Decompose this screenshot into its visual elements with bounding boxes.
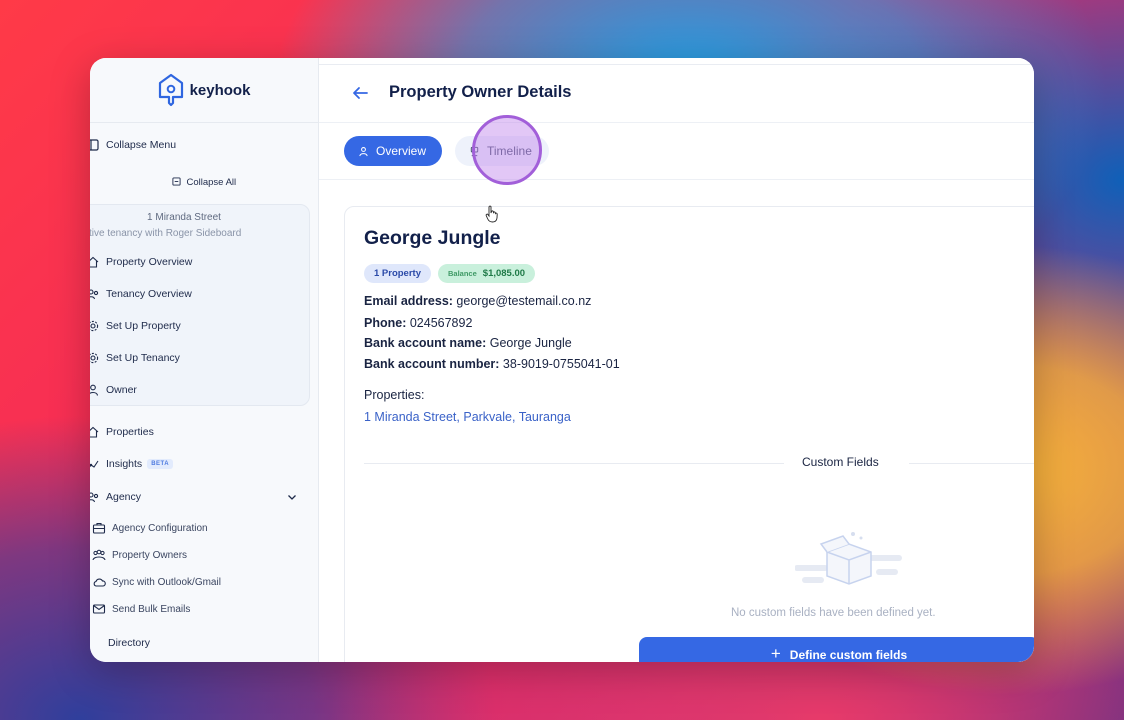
sidebar-item-property-overview[interactable]: Property Overview <box>90 255 192 269</box>
sidebar-item-label: Set Up Tenancy <box>106 352 180 364</box>
brand-logo[interactable]: keyhook <box>90 58 318 123</box>
users-icon <box>90 490 100 504</box>
sidebar-item-set-up-property[interactable]: Set Up Property <box>90 319 181 333</box>
bank-number-row: Bank account number: 38-9019-0755041-01 <box>364 357 620 371</box>
define-custom-fields-button[interactable]: + Define custom fields <box>639 637 1034 662</box>
back-arrow-icon[interactable] <box>351 85 369 101</box>
email-label: Email address: <box>364 294 453 308</box>
tenancy-status: ctive tenancy with Roger Sideboard <box>90 228 242 239</box>
sidebar-item-agency[interactable]: Agency <box>90 490 141 504</box>
sidebar-item-set-up-tenancy[interactable]: Set Up Tenancy <box>90 351 180 365</box>
empty-state-text: No custom fields have been defined yet. <box>731 607 936 619</box>
sidebar-item-label: Property Owners <box>112 549 188 561</box>
users-icon <box>90 287 100 301</box>
sidebar-item-directory[interactable]: Directory <box>108 637 150 649</box>
home-icon <box>90 255 100 269</box>
sidebar: keyhook Collapse Menu Collapse All 1 Mir… <box>90 58 319 662</box>
property-link[interactable]: 1 Miranda Street, Parkvale, Tauranga <box>364 410 571 424</box>
sidebar-item-label: Agency Configuration <box>112 522 208 534</box>
chevron-down-icon[interactable] <box>286 491 298 503</box>
phone-row: Phone: 024567892 <box>364 316 472 330</box>
tab-bar: Overview Timeline <box>319 123 1034 180</box>
sidebar-item-properties[interactable]: Properties <box>90 425 154 439</box>
collapse-all-label: Collapse All <box>186 177 237 188</box>
home-icon <box>90 425 100 439</box>
tab-overview[interactable]: Overview <box>344 136 442 166</box>
sidebar-item-tenancy-overview[interactable]: Tenancy Overview <box>90 287 192 301</box>
user-icon <box>359 146 368 156</box>
beta-badge: BETA <box>147 459 174 469</box>
bank-name-row: Bank account name: George Jungle <box>364 336 572 350</box>
page-header: Property Owner Details <box>319 58 1034 123</box>
bank-number-value: 38-9019-0755041-01 <box>502 357 620 371</box>
phone-label: Phone: <box>364 316 407 330</box>
bank-number-label: Bank account number: <box>364 357 500 371</box>
phone-value: 024567892 <box>409 316 473 330</box>
sidebar-item-label: Agency <box>106 491 142 503</box>
sidebar-item-sync-outlook-gmail[interactable]: Sync with Outlook/Gmail <box>92 575 221 589</box>
plus-icon: + <box>770 644 781 662</box>
sidebar-item-label: Sync with Outlook/Gmail <box>112 576 221 588</box>
cloud-icon <box>92 575 106 589</box>
sidebar-item-insights[interactable]: Insights BETA <box>90 457 174 471</box>
email-value: george@testemail.co.nz <box>456 294 592 308</box>
sidebar-item-label: Properties <box>106 426 154 438</box>
properties-label: Properties: <box>364 388 425 402</box>
sidebar-item-owner[interactable]: Owner <box>90 383 137 397</box>
divider <box>909 463 1034 464</box>
sidebar-item-property-owners[interactable]: Property Owners <box>92 548 187 562</box>
balance-badge: Balance $1,085.00 <box>438 264 536 283</box>
briefcase-icon <box>92 521 106 535</box>
gear-icon <box>90 319 100 333</box>
bank-name-value: George Jungle <box>489 336 572 350</box>
empty-box-icon <box>795 532 902 585</box>
custom-fields-title: Custom Fields <box>802 455 879 469</box>
bank-name-label: Bank account name: <box>364 336 487 350</box>
user-icon <box>90 383 100 397</box>
balance-value: $1,085.00 <box>482 268 526 279</box>
main-content: Property Owner Details Overview Timeline… <box>319 58 1034 662</box>
collapse-all-button[interactable]: Collapse All <box>90 177 318 188</box>
app-window: keyhook Collapse Menu Collapse All 1 Mir… <box>90 58 1034 662</box>
click-highlight <box>472 115 542 185</box>
divider <box>364 463 784 464</box>
property-count-badge: 1 Property <box>364 264 431 283</box>
sidebar-item-label: Insights <box>106 458 143 470</box>
keyhook-logo-icon <box>158 73 183 107</box>
page-title: Property Owner Details <box>389 83 572 101</box>
mail-icon <box>92 602 106 616</box>
property-address[interactable]: 1 Miranda Street <box>90 212 278 223</box>
sidebar-item-label: Owner <box>106 384 137 396</box>
owner-name: George Jungle <box>364 227 501 249</box>
sidebar-item-label: Tenancy Overview <box>106 288 192 300</box>
sidebar-item-label: Set Up Property <box>106 320 181 332</box>
define-custom-fields-label: Define custom fields <box>789 648 908 662</box>
email-row: Email address: george@testemail.co.nz <box>364 294 591 308</box>
sidebar-item-label: Property Overview <box>106 256 193 268</box>
pointer-hand-icon <box>485 205 498 223</box>
collapse-icon <box>172 177 181 186</box>
sidebar-item-send-bulk-emails[interactable]: Send Bulk Emails <box>92 602 190 616</box>
sidebar-toggle-icon <box>90 138 100 152</box>
gear-icon <box>90 351 100 365</box>
people-icon <box>92 548 106 562</box>
sidebar-item-agency-configuration[interactable]: Agency Configuration <box>92 521 208 535</box>
sidebar-item-label: Directory <box>108 637 151 649</box>
chart-icon <box>90 457 100 471</box>
collapse-menu-button[interactable]: Collapse Menu <box>90 138 176 152</box>
tab-label: Overview <box>376 144 427 158</box>
balance-label: Balance <box>448 269 477 278</box>
brand-name: keyhook <box>189 81 251 99</box>
sidebar-item-label: Send Bulk Emails <box>112 603 191 615</box>
collapse-menu-label: Collapse Menu <box>106 139 177 151</box>
